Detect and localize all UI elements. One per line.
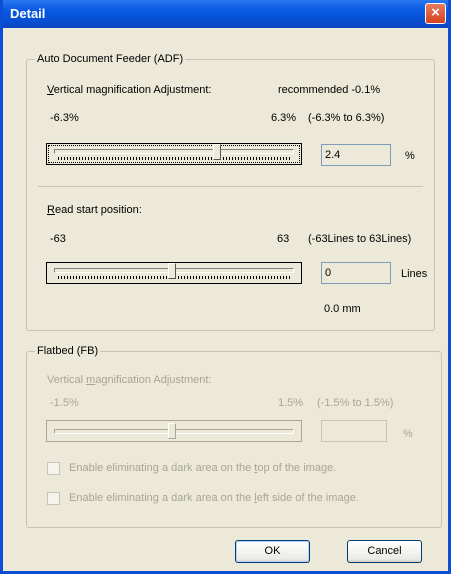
adf-vertical-max: 6.3% (271, 112, 297, 124)
close-icon[interactable]: × (425, 3, 446, 24)
fb-vertical-unit: % (403, 428, 413, 440)
window-title: Detail (10, 6, 46, 21)
read-start-max: 63 (277, 233, 290, 245)
fb-vertical-min: -1.5% (50, 397, 79, 409)
adf-divider (38, 186, 423, 187)
read-start-slider[interactable] (46, 262, 302, 284)
adf-vertical-field[interactable] (321, 144, 391, 166)
adf-group: Auto Document Feeder (ADF) (26, 53, 435, 331)
read-start-mm: 0.0 mm (324, 303, 361, 315)
adf-vertical-slider[interactable] (46, 143, 302, 165)
title-bar: Detail × (3, 0, 448, 28)
adf-vertical-label: Vertical magnification Adjustment: (47, 84, 212, 96)
fb-vertical-range: (-1.5% to 1.5%) (317, 397, 394, 409)
read-start-field[interactable] (321, 262, 391, 284)
ok-button[interactable]: OK (235, 540, 310, 563)
fb-vertical-slider (46, 420, 302, 442)
adf-legend: Auto Document Feeder (ADF) (35, 53, 186, 65)
slider-thumb[interactable] (212, 144, 221, 160)
fb-vertical-max: 1.5% (278, 397, 304, 409)
detail-dialog: Detail × Auto Document Feeder (ADF) Vert… (0, 0, 451, 574)
fb-vertical-label: Vertical magnification Adjustment: (47, 374, 212, 386)
fb-legend: Flatbed (FB) (35, 345, 101, 357)
read-start-unit: Lines (401, 268, 428, 280)
fb-top-dark-label: Enable eliminating a dark area on the to… (69, 462, 337, 474)
adf-vertical-range: (-6.3% to 6.3%) (308, 112, 385, 124)
fb-left-dark-checkbox[interactable] (47, 492, 60, 505)
fb-left-dark-label: Enable eliminating a dark area on the le… (69, 492, 359, 504)
cancel-button[interactable]: Cancel (347, 540, 422, 563)
read-start-min: -63 (50, 233, 66, 245)
adf-recommended: recommended -0.1% (278, 84, 381, 96)
adf-vertical-unit: % (405, 150, 415, 162)
adf-vertical-min: -6.3% (50, 112, 79, 124)
slider-thumb[interactable] (168, 263, 176, 279)
fb-top-dark-checkbox[interactable] (47, 462, 60, 475)
slider-thumb (168, 423, 176, 439)
read-start-range: (-63Lines to 63Lines) (308, 233, 412, 245)
read-start-label: Read start position: (47, 204, 142, 216)
fb-vertical-field (321, 420, 387, 442)
